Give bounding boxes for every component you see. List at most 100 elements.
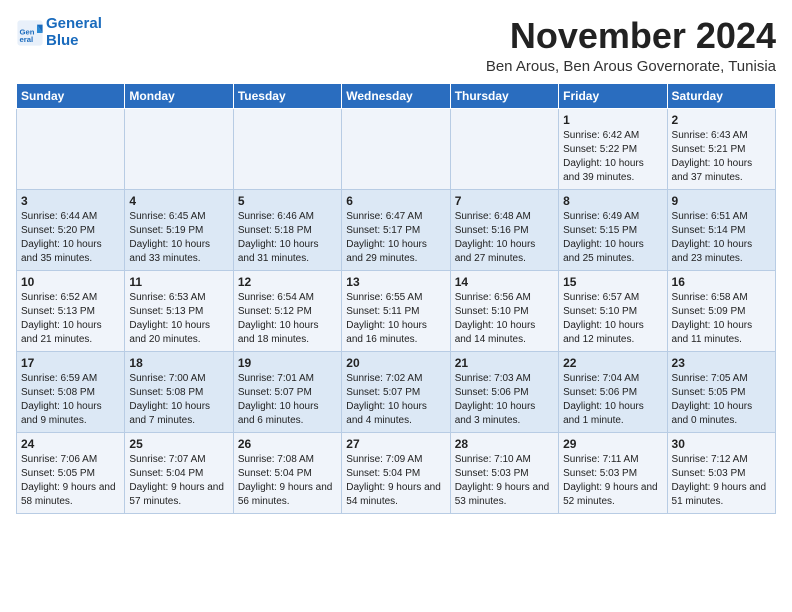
- day-info: Sunrise: 7:01 AM Sunset: 5:07 PM Dayligh…: [238, 372, 337, 428]
- calendar-cell: 3 Sunrise: 6:44 AM Sunset: 5:20 PM Daylig…: [17, 189, 125, 270]
- day-number: 10: [21, 275, 120, 289]
- day-number: 7: [455, 194, 554, 208]
- day-info: Sunrise: 7:10 AM Sunset: 5:03 PM Dayligh…: [455, 453, 554, 509]
- day-number: 9: [672, 194, 771, 208]
- calendar-cell: 26Sunrise: 7:08 AM Sunset: 5:04 PM Dayli…: [233, 432, 341, 513]
- calendar-week-row: 1 Sunrise: 6:42 AM Sunset: 5:22 PM Daylig…: [17, 108, 776, 189]
- day-number: 20: [346, 356, 445, 370]
- day-number: 30: [672, 437, 771, 451]
- calendar-cell: 24Sunrise: 7:06 AM Sunset: 5:05 PM Dayli…: [17, 432, 125, 513]
- calendar-cell: [125, 108, 233, 189]
- calendar-cell: 6Sunrise: 6:47 AM Sunset: 5:17 PM Daylig…: [342, 189, 450, 270]
- header-row: SundayMondayTuesdayWednesdayThursdayFrid…: [17, 83, 776, 108]
- calendar-week-row: 3 Sunrise: 6:44 AM Sunset: 5:20 PM Daylig…: [17, 189, 776, 270]
- day-number: 27: [346, 437, 445, 451]
- day-info: Sunrise: 6:43 AM Sunset: 5:21 PM Dayligh…: [672, 129, 771, 185]
- title-block: November 2024 Ben Arous, Ben Arous Gover…: [486, 16, 776, 75]
- day-info: Sunrise: 7:06 AM Sunset: 5:05 PM Dayligh…: [21, 453, 120, 509]
- calendar-cell: 27 Sunrise: 7:09 AM Sunset: 5:04 PM Dayli…: [342, 432, 450, 513]
- day-info: Sunrise: 6:51 AM Sunset: 5:14 PM Dayligh…: [672, 210, 771, 266]
- day-number: 3: [21, 194, 120, 208]
- calendar-cell: 9 Sunrise: 6:51 AM Sunset: 5:14 PM Daylig…: [667, 189, 775, 270]
- day-info: Sunrise: 6:45 AM Sunset: 5:19 PM Dayligh…: [129, 210, 228, 266]
- calendar-cell: 16 Sunrise: 6:58 AM Sunset: 5:09 PM Dayli…: [667, 270, 775, 351]
- calendar-cell: 4 Sunrise: 6:45 AM Sunset: 5:19 PM Daylig…: [125, 189, 233, 270]
- weekday-header: Tuesday: [233, 83, 341, 108]
- calendar-cell: 8Sunrise: 6:49 AM Sunset: 5:15 PM Daylig…: [559, 189, 667, 270]
- logo: Gen eral General Blue: [16, 16, 102, 49]
- weekday-header: Friday: [559, 83, 667, 108]
- day-info: Sunrise: 7:09 AM Sunset: 5:04 PM Dayligh…: [346, 453, 445, 509]
- day-info: Sunrise: 6:57 AM Sunset: 5:10 PM Dayligh…: [563, 291, 662, 347]
- calendar-cell: 10 Sunrise: 6:52 AM Sunset: 5:13 PM Dayli…: [17, 270, 125, 351]
- day-number: 8: [563, 194, 662, 208]
- day-info: Sunrise: 7:12 AM Sunset: 5:03 PM Dayligh…: [672, 453, 771, 509]
- month-title: November 2024: [486, 16, 776, 56]
- calendar-header: SundayMondayTuesdayWednesdayThursdayFrid…: [17, 83, 776, 108]
- calendar-cell: 17 Sunrise: 6:59 AM Sunset: 5:08 PM Dayli…: [17, 351, 125, 432]
- calendar-cell: 15 Sunrise: 6:57 AM Sunset: 5:10 PM Dayli…: [559, 270, 667, 351]
- calendar-cell: 18Sunrise: 7:00 AM Sunset: 5:08 PM Dayli…: [125, 351, 233, 432]
- day-info: Sunrise: 6:48 AM Sunset: 5:16 PM Dayligh…: [455, 210, 554, 266]
- calendar-cell: 23 Sunrise: 7:05 AM Sunset: 5:05 PM Dayli…: [667, 351, 775, 432]
- day-info: Sunrise: 6:55 AM Sunset: 5:11 PM Dayligh…: [346, 291, 445, 347]
- calendar-cell: 5 Sunrise: 6:46 AM Sunset: 5:18 PM Daylig…: [233, 189, 341, 270]
- day-number: 5: [238, 194, 337, 208]
- weekday-header: Wednesday: [342, 83, 450, 108]
- svg-text:eral: eral: [20, 35, 34, 44]
- day-number: 19: [238, 356, 337, 370]
- day-info: Sunrise: 7:11 AM Sunset: 5:03 PM Dayligh…: [563, 453, 662, 509]
- day-number: 15: [563, 275, 662, 289]
- page-header: Gen eral General Blue November 2024 Ben …: [16, 16, 776, 75]
- day-info: Sunrise: 7:02 AM Sunset: 5:07 PM Dayligh…: [346, 372, 445, 428]
- calendar-cell: 19 Sunrise: 7:01 AM Sunset: 5:07 PM Dayli…: [233, 351, 341, 432]
- day-number: 12: [238, 275, 337, 289]
- calendar-cell: [450, 108, 558, 189]
- day-number: 17: [21, 356, 120, 370]
- weekday-header: Saturday: [667, 83, 775, 108]
- day-info: Sunrise: 7:05 AM Sunset: 5:05 PM Dayligh…: [672, 372, 771, 428]
- day-info: Sunrise: 7:07 AM Sunset: 5:04 PM Dayligh…: [129, 453, 228, 509]
- calendar-cell: 12 Sunrise: 6:54 AM Sunset: 5:12 PM Dayli…: [233, 270, 341, 351]
- calendar-table: SundayMondayTuesdayWednesdayThursdayFrid…: [16, 83, 776, 514]
- day-number: 13: [346, 275, 445, 289]
- day-info: Sunrise: 7:08 AM Sunset: 5:04 PM Dayligh…: [238, 453, 337, 509]
- day-number: 16: [672, 275, 771, 289]
- day-number: 22: [563, 356, 662, 370]
- day-number: 14: [455, 275, 554, 289]
- calendar-cell: 7 Sunrise: 6:48 AM Sunset: 5:16 PM Daylig…: [450, 189, 558, 270]
- day-info: Sunrise: 6:59 AM Sunset: 5:08 PM Dayligh…: [21, 372, 120, 428]
- day-info: Sunrise: 7:04 AM Sunset: 5:06 PM Dayligh…: [563, 372, 662, 428]
- logo-icon: Gen eral: [16, 19, 44, 47]
- day-info: Sunrise: 6:54 AM Sunset: 5:12 PM Dayligh…: [238, 291, 337, 347]
- day-info: Sunrise: 6:46 AM Sunset: 5:18 PM Dayligh…: [238, 210, 337, 266]
- calendar-body: 1 Sunrise: 6:42 AM Sunset: 5:22 PM Daylig…: [17, 108, 776, 513]
- calendar-cell: 28 Sunrise: 7:10 AM Sunset: 5:03 PM Dayli…: [450, 432, 558, 513]
- weekday-header: Sunday: [17, 83, 125, 108]
- day-number: 23: [672, 356, 771, 370]
- weekday-header: Thursday: [450, 83, 558, 108]
- calendar-cell: 11Sunrise: 6:53 AM Sunset: 5:13 PM Dayli…: [125, 270, 233, 351]
- calendar-week-row: 17 Sunrise: 6:59 AM Sunset: 5:08 PM Dayli…: [17, 351, 776, 432]
- day-number: 2: [672, 113, 771, 127]
- day-number: 11: [129, 275, 228, 289]
- calendar-cell: 2 Sunrise: 6:43 AM Sunset: 5:21 PM Daylig…: [667, 108, 775, 189]
- day-number: 4: [129, 194, 228, 208]
- day-number: 21: [455, 356, 554, 370]
- calendar-cell: [342, 108, 450, 189]
- calendar-cell: 21Sunrise: 7:03 AM Sunset: 5:06 PM Dayli…: [450, 351, 558, 432]
- day-number: 28: [455, 437, 554, 451]
- day-info: Sunrise: 6:42 AM Sunset: 5:22 PM Dayligh…: [563, 129, 662, 185]
- calendar-cell: 20 Sunrise: 7:02 AM Sunset: 5:07 PM Dayli…: [342, 351, 450, 432]
- day-number: 6: [346, 194, 445, 208]
- calendar-week-row: 10 Sunrise: 6:52 AM Sunset: 5:13 PM Dayli…: [17, 270, 776, 351]
- calendar-cell: 29 Sunrise: 7:11 AM Sunset: 5:03 PM Dayli…: [559, 432, 667, 513]
- calendar-cell: [233, 108, 341, 189]
- day-number: 1: [563, 113, 662, 127]
- day-info: Sunrise: 6:58 AM Sunset: 5:09 PM Dayligh…: [672, 291, 771, 347]
- calendar-cell: 25Sunrise: 7:07 AM Sunset: 5:04 PM Dayli…: [125, 432, 233, 513]
- day-info: Sunrise: 6:44 AM Sunset: 5:20 PM Dayligh…: [21, 210, 120, 266]
- day-info: Sunrise: 6:52 AM Sunset: 5:13 PM Dayligh…: [21, 291, 120, 347]
- day-number: 29: [563, 437, 662, 451]
- calendar-cell: 14Sunrise: 6:56 AM Sunset: 5:10 PM Dayli…: [450, 270, 558, 351]
